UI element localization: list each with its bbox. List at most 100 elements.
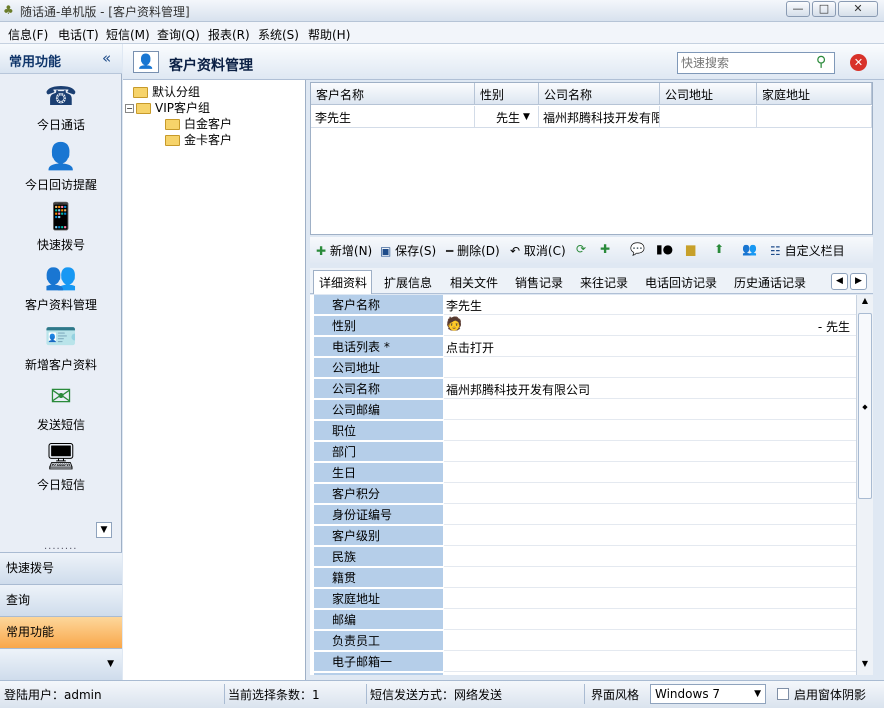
column-header-company[interactable]: 公司名称: [539, 83, 660, 105]
detail-row[interactable]: 性别 - 先生: [314, 316, 856, 337]
detail-value[interactable]: - 先生: [444, 316, 856, 336]
detail-value[interactable]: [444, 400, 856, 420]
menu-sms[interactable]: 短信(M): [106, 26, 150, 43]
detail-value[interactable]: 李先生: [444, 295, 856, 315]
delete-button[interactable]: ━ 删除(D): [446, 242, 500, 259]
menu-phone[interactable]: 电话(T): [58, 26, 99, 43]
tab-call-history[interactable]: 历史通话记录: [734, 274, 806, 291]
users-icon[interactable]: 👥: [742, 242, 757, 256]
detail-row[interactable]: 公司名称 福州邦腾科技开发有限公司: [314, 379, 856, 400]
sidebar-item-new-customer[interactable]: 🪪 新增客户资料: [0, 318, 122, 378]
play-icon[interactable]: ▮●: [656, 242, 673, 256]
detail-value[interactable]: [444, 526, 856, 546]
detail-row[interactable]: 客户级别: [314, 526, 856, 547]
detail-value[interactable]: [444, 610, 856, 630]
cell-home-address[interactable]: [757, 106, 872, 128]
detail-row[interactable]: 负责员工: [314, 631, 856, 652]
tab-callback-records[interactable]: 电话回访记录: [645, 274, 717, 291]
group-query[interactable]: 查询: [0, 584, 122, 616]
detail-value[interactable]: [444, 463, 856, 483]
menu-query[interactable]: 查询(Q): [157, 26, 200, 43]
tree-node-gold[interactable]: 金卡客户: [165, 131, 232, 148]
tree-node-vip[interactable]: − VIP客户组: [125, 99, 210, 116]
cancel-button[interactable]: ↶ 取消(C): [510, 242, 566, 259]
sidebar-item-send-sms[interactable]: ✉ 发送短信: [0, 378, 122, 438]
detail-row[interactable]: 生日: [314, 463, 856, 484]
ui-style-select[interactable]: Windows 7 ▼: [650, 684, 766, 704]
tree-node-platinum[interactable]: 白金客户: [165, 115, 232, 132]
detail-row[interactable]: 部门: [314, 442, 856, 463]
detail-row[interactable]: 电子邮箱一: [314, 652, 856, 673]
detail-value[interactable]: [444, 358, 856, 378]
group-quick-dial[interactable]: 快速拨号: [0, 552, 122, 584]
tree-node-default[interactable]: 默认分组: [133, 83, 200, 100]
tab-extended-info[interactable]: 扩展信息: [384, 274, 432, 291]
add-button[interactable]: ✚ 新增(N): [316, 242, 372, 259]
add-file-icon[interactable]: ✚: [600, 242, 610, 256]
menu-help[interactable]: 帮助(H): [308, 26, 350, 43]
sidebar-item-customer-management[interactable]: 👥 客户资料管理: [0, 258, 122, 318]
details-scrollbar[interactable]: ▲ ◆ ▼: [856, 295, 873, 675]
sidebar-item-today-sms[interactable]: 🖥 今日短信: [0, 438, 122, 498]
detail-value[interactable]: 点击打开: [444, 337, 856, 357]
maximize-button[interactable]: □: [812, 1, 836, 17]
sidebar-item-followup-reminder[interactable]: 👤 今日回访提醒: [0, 138, 122, 198]
column-header-name[interactable]: 客户名称: [311, 83, 475, 105]
detail-value[interactable]: [444, 484, 856, 504]
detail-row[interactable]: 电子邮箱二: [314, 673, 856, 675]
tab-scroll-left-button[interactable]: ◀: [831, 273, 848, 290]
detail-row[interactable]: 身份证编号: [314, 505, 856, 526]
tab-sales-records[interactable]: 销售记录: [515, 274, 563, 291]
detail-value[interactable]: 福州邦腾科技开发有限公司: [444, 379, 856, 399]
detail-value[interactable]: [444, 631, 856, 651]
detail-row[interactable]: 公司邮编: [314, 400, 856, 421]
scroll-down-icon[interactable]: ▼: [858, 659, 872, 674]
sidebar-item-quick-dial[interactable]: 📱 快速拨号: [0, 198, 122, 258]
collapse-toggle-icon[interactable]: −: [125, 104, 134, 113]
menu-report[interactable]: 报表(R): [208, 26, 250, 43]
detail-row[interactable]: 电话列表 * 点击打开: [314, 337, 856, 358]
cell-company-address[interactable]: [660, 106, 757, 128]
detail-row[interactable]: 民族: [314, 547, 856, 568]
tab-related-files[interactable]: 相关文件: [450, 274, 498, 291]
close-icon[interactable]: ✕: [850, 54, 867, 71]
group-common-functions[interactable]: 常用功能: [0, 616, 122, 648]
detail-row[interactable]: 家庭地址: [314, 589, 856, 610]
detail-row[interactable]: 客户名称 李先生: [314, 295, 856, 316]
export-icon[interactable]: ⬆: [714, 242, 724, 256]
detail-row[interactable]: 职位: [314, 421, 856, 442]
detail-value[interactable]: [444, 589, 856, 609]
tab-contact-records[interactable]: 来往记录: [580, 274, 628, 291]
close-window-button[interactable]: ✕: [838, 1, 878, 17]
column-header-home-address[interactable]: 家庭地址: [757, 83, 872, 105]
sidebar-scroll-down-button[interactable]: ▼: [96, 522, 112, 538]
scrollbar-thumb[interactable]: ◆: [858, 313, 872, 499]
scroll-up-icon[interactable]: ▲: [858, 296, 872, 311]
detail-value[interactable]: [444, 673, 856, 675]
detail-value[interactable]: [444, 421, 856, 441]
detail-row[interactable]: 客户积分: [314, 484, 856, 505]
detail-row[interactable]: 籍贯: [314, 568, 856, 589]
cell-name[interactable]: 李先生: [311, 106, 475, 128]
detail-row[interactable]: 邮编: [314, 610, 856, 631]
menu-system[interactable]: 系统(S): [258, 26, 299, 43]
refresh-icon[interactable]: ⟳: [576, 242, 586, 256]
cell-company[interactable]: 福州邦腾科技开发有限: [539, 106, 660, 128]
tab-details[interactable]: 详细资料: [319, 274, 367, 291]
detail-row[interactable]: 公司地址: [314, 358, 856, 379]
minimize-button[interactable]: —: [786, 1, 810, 17]
detail-value[interactable]: [444, 442, 856, 462]
group-more-button[interactable]: ▼: [0, 648, 122, 680]
detail-value[interactable]: [444, 652, 856, 672]
column-header-company-address[interactable]: 公司地址: [660, 83, 757, 105]
sidebar-item-today-calls[interactable]: ☎ 今日通话: [0, 78, 122, 138]
save-button[interactable]: ▣ 保存(S): [380, 242, 436, 259]
shadow-checkbox[interactable]: [777, 688, 789, 700]
tab-scroll-right-button[interactable]: ▶: [850, 273, 867, 290]
search-input[interactable]: [677, 52, 835, 74]
collapse-icon[interactable]: «: [102, 49, 111, 67]
detail-value[interactable]: [444, 568, 856, 588]
comment-icon[interactable]: 💬: [630, 242, 645, 256]
folder-icon[interactable]: ▆: [686, 242, 695, 256]
custom-columns-button[interactable]: ☷ 自定义栏目: [770, 242, 845, 259]
